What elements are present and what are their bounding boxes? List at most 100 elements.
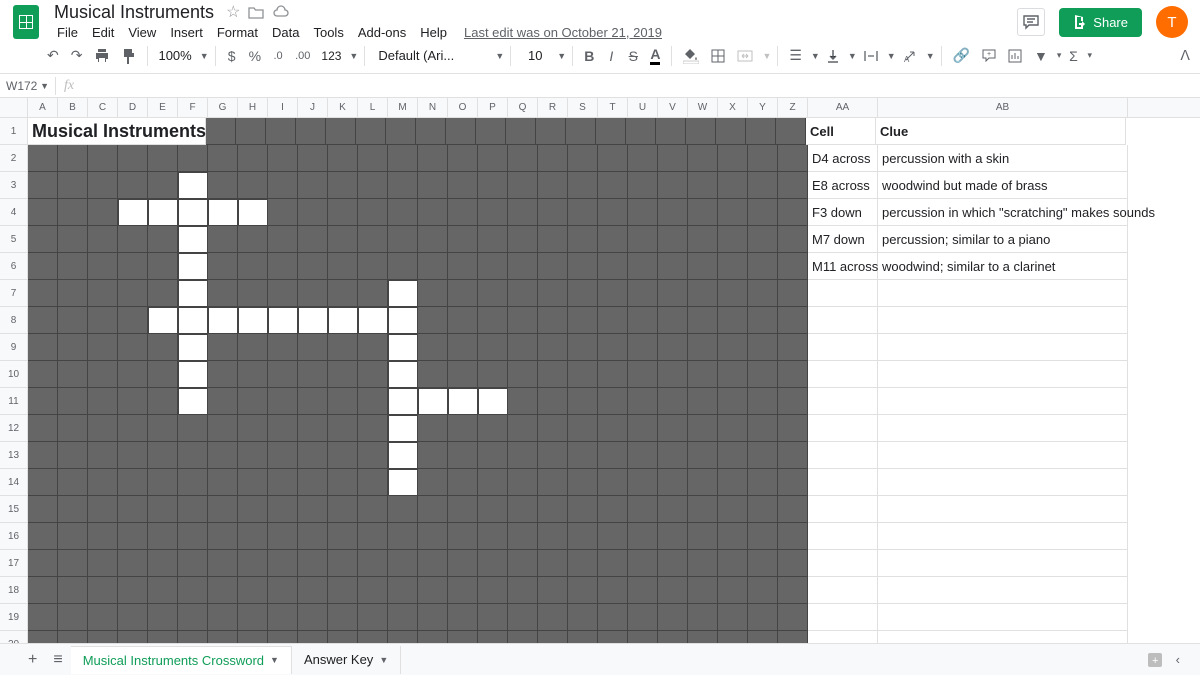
cloud-icon[interactable] [272, 5, 290, 19]
cell-AB1[interactable]: Clue [876, 118, 1126, 145]
more-formats-button[interactable]: 123 [317, 47, 345, 65]
cell-L7[interactable] [358, 280, 388, 307]
cell-N6[interactable] [418, 253, 448, 280]
cell-B12[interactable] [58, 415, 88, 442]
cell-H6[interactable] [238, 253, 268, 280]
cell-Y8[interactable] [748, 307, 778, 334]
cell-U19[interactable] [628, 604, 658, 631]
cell-V12[interactable] [658, 415, 688, 442]
cell-O13[interactable] [448, 442, 478, 469]
cell-V9[interactable] [658, 334, 688, 361]
cell-A9[interactable] [28, 334, 58, 361]
cell-K19[interactable] [328, 604, 358, 631]
cell-X11[interactable] [718, 388, 748, 415]
cell-AA19[interactable] [808, 604, 878, 631]
cell-F18[interactable] [178, 577, 208, 604]
cell-N13[interactable] [418, 442, 448, 469]
cell-N4[interactable] [418, 199, 448, 226]
cell-T12[interactable] [598, 415, 628, 442]
cell-S17[interactable] [568, 550, 598, 577]
cell-AB14[interactable] [878, 469, 1128, 496]
cell-I7[interactable] [268, 280, 298, 307]
cell-O20[interactable] [448, 631, 478, 643]
cell-D8[interactable] [118, 307, 148, 334]
cell-U3[interactable] [628, 172, 658, 199]
cell-P13[interactable] [478, 442, 508, 469]
cell-H17[interactable] [238, 550, 268, 577]
cell-I9[interactable] [268, 334, 298, 361]
cell-AA6[interactable]: M11 across [808, 253, 878, 280]
cell-G7[interactable] [208, 280, 238, 307]
cell-O3[interactable] [448, 172, 478, 199]
cell-E10[interactable] [148, 361, 178, 388]
cell-AA20[interactable] [808, 631, 878, 643]
decrease-decimal-button[interactable]: .0 [268, 46, 288, 66]
cell-O9[interactable] [448, 334, 478, 361]
cell-R3[interactable] [538, 172, 568, 199]
cell-B19[interactable] [58, 604, 88, 631]
cell-M19[interactable] [388, 604, 418, 631]
cell-AA9[interactable] [808, 334, 878, 361]
cell-Q8[interactable] [508, 307, 538, 334]
col-header-I[interactable]: I [268, 98, 298, 117]
cell-V6[interactable] [658, 253, 688, 280]
cell-R7[interactable] [538, 280, 568, 307]
cell-N11[interactable] [418, 388, 448, 415]
cell-N5[interactable] [418, 226, 448, 253]
cell-T10[interactable] [598, 361, 628, 388]
cell-M16[interactable] [388, 523, 418, 550]
cell-T20[interactable] [598, 631, 628, 643]
cell-A8[interactable] [28, 307, 58, 334]
cell-A7[interactable] [28, 280, 58, 307]
cell-Z6[interactable] [778, 253, 808, 280]
cell-Z13[interactable] [778, 442, 808, 469]
cell-H10[interactable] [238, 361, 268, 388]
row-headers[interactable]: 1234567891011121314151617181920 [0, 118, 28, 643]
cell-K12[interactable] [328, 415, 358, 442]
col-header-W[interactable]: W [688, 98, 718, 117]
cell-F14[interactable] [178, 469, 208, 496]
cell-F7[interactable] [178, 280, 208, 307]
cell-F12[interactable] [178, 415, 208, 442]
cell-E3[interactable] [148, 172, 178, 199]
cell-D3[interactable] [118, 172, 148, 199]
cell-D20[interactable] [118, 631, 148, 643]
cell-E19[interactable] [148, 604, 178, 631]
cell-I16[interactable] [268, 523, 298, 550]
cell-Y3[interactable] [748, 172, 778, 199]
cell-K3[interactable] [328, 172, 358, 199]
cell-Q3[interactable] [508, 172, 538, 199]
cell-I3[interactable] [268, 172, 298, 199]
all-sheets-button[interactable]: ≡ [45, 647, 70, 673]
comments-button[interactable] [1017, 8, 1045, 36]
cell-D5[interactable] [118, 226, 148, 253]
cell-C4[interactable] [88, 199, 118, 226]
col-header-G[interactable]: G [208, 98, 238, 117]
col-header-M[interactable]: M [388, 98, 418, 117]
cell-S10[interactable] [568, 361, 598, 388]
cell-C8[interactable] [88, 307, 118, 334]
cell-R16[interactable] [538, 523, 568, 550]
cell-O11[interactable] [448, 388, 478, 415]
explore-button[interactable]: + [1146, 651, 1164, 669]
cell-K5[interactable] [328, 226, 358, 253]
cell-M5[interactable] [388, 226, 418, 253]
cell-S19[interactable] [568, 604, 598, 631]
cell-V10[interactable] [658, 361, 688, 388]
cell-X14[interactable] [718, 469, 748, 496]
zoom-select[interactable]: 100% [154, 46, 195, 65]
cell-A1[interactable]: Musical Instruments [28, 118, 206, 145]
cell-S6[interactable] [568, 253, 598, 280]
cell-X19[interactable] [718, 604, 748, 631]
cell-W3[interactable] [688, 172, 718, 199]
cell-R19[interactable] [538, 604, 568, 631]
cell-Q14[interactable] [508, 469, 538, 496]
cell-O1[interactable] [446, 118, 476, 145]
cell-Y2[interactable] [748, 145, 778, 172]
cell-T14[interactable] [598, 469, 628, 496]
cell-X9[interactable] [718, 334, 748, 361]
cell-L5[interactable] [358, 226, 388, 253]
cell-W16[interactable] [688, 523, 718, 550]
cell-I20[interactable] [268, 631, 298, 643]
cell-B8[interactable] [58, 307, 88, 334]
